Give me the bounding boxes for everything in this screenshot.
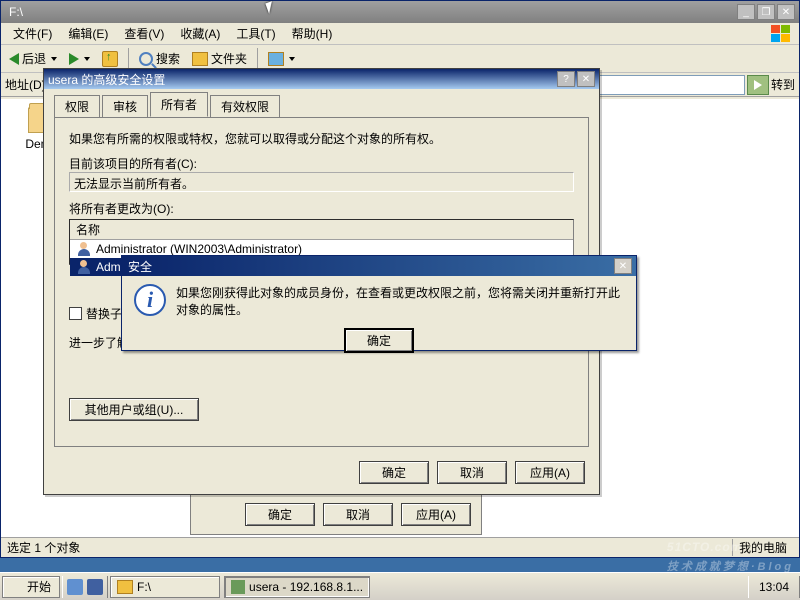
separator (257, 48, 258, 70)
user-icon (76, 259, 92, 275)
menu-help[interactable]: 帮助(H) (284, 23, 341, 44)
quick-launch (62, 576, 108, 598)
close-button[interactable]: ✕ (777, 4, 795, 20)
list-item-label: Administrator (WIN2003\Administrator) (96, 242, 302, 256)
menu-favorites[interactable]: 收藏(A) (172, 23, 228, 44)
close-button[interactable]: ✕ (577, 71, 595, 87)
cancel-button[interactable]: 取消 (323, 503, 393, 526)
apply-button[interactable]: 应用(A) (401, 503, 471, 526)
arrow-left-icon (9, 53, 19, 65)
tab-effective[interactable]: 有效权限 (210, 95, 280, 118)
dialog-titlebar[interactable]: usera 的高级安全设置 ? ✕ (44, 69, 599, 89)
search-label: 搜索 (156, 50, 180, 67)
other-users-button[interactable]: 其他用户或组(U)... (69, 398, 199, 421)
arrow-right-icon (69, 53, 79, 65)
chevron-down-icon (289, 57, 295, 61)
tab-owner[interactable]: 所有者 (150, 92, 208, 117)
menu-bar: 文件(F) 编辑(E) 查看(V) 收藏(A) 工具(T) 帮助(H) (1, 23, 799, 45)
windows-flag-icon (7, 579, 23, 595)
address-label: 地址(D) (5, 76, 46, 93)
messagebox-titlebar[interactable]: 安全 ✕ (122, 256, 636, 276)
up-button[interactable] (98, 49, 122, 69)
folders-icon (192, 52, 208, 66)
go-button[interactable] (747, 75, 769, 95)
tab-strip: 权限 审核 所有者 有效权限 (54, 95, 589, 117)
folder-up-icon (102, 51, 118, 67)
tab-permissions[interactable]: 权限 (54, 95, 100, 118)
dialog-title: usera 的高级安全设置 (48, 71, 555, 88)
list-header-name[interactable]: 名称 (70, 220, 573, 240)
forward-button[interactable] (65, 51, 94, 67)
search-button[interactable]: 搜索 (135, 48, 184, 69)
separator (128, 48, 129, 70)
explorer-titlebar[interactable]: F:\ _ ❐ ✕ (1, 1, 799, 23)
start-button[interactable]: 开始 (2, 576, 60, 598)
windows-flag-icon (771, 25, 795, 45)
checkbox-icon (69, 307, 82, 320)
back-button[interactable]: 后退 (5, 48, 61, 69)
help-button[interactable]: ? (557, 71, 575, 87)
task-label: F:\ (137, 580, 151, 594)
taskbar: 开始 F:\ usera - 192.168.8.1... 13:04 (0, 572, 800, 600)
task-remote[interactable]: usera - 192.168.8.1... (224, 576, 370, 598)
info-icon: i (134, 284, 166, 316)
learn-prefix: 进一步了解 (69, 336, 129, 350)
remote-icon (231, 580, 245, 594)
quicklaunch-ie-icon[interactable] (67, 579, 83, 595)
go-label: 转到 (771, 76, 795, 93)
menu-tools[interactable]: 工具(T) (228, 23, 283, 44)
quicklaunch-desktop-icon[interactable] (87, 579, 103, 595)
status-text: 选定 1 个对象 (7, 539, 80, 556)
views-button[interactable] (264, 50, 299, 68)
owner-intro-text: 如果您有所需的权限或特权，您就可以取得或分配这个对象的所有权。 (69, 130, 574, 147)
menu-file[interactable]: 文件(F) (5, 23, 60, 44)
clock: 13:04 (755, 580, 793, 594)
maximize-button[interactable]: ❐ (757, 4, 775, 20)
underlying-dialog-buttons: 确定 取消 应用(A) (190, 495, 482, 535)
close-button[interactable]: ✕ (614, 258, 632, 274)
status-bar: 选定 1 个对象 我的电脑 (1, 537, 799, 557)
apply-button[interactable]: 应用(A) (515, 461, 585, 484)
back-label: 后退 (22, 50, 46, 67)
folders-button[interactable]: 文件夹 (188, 48, 251, 69)
dialog-buttons: 确定 取消 应用(A) (359, 461, 585, 484)
change-owner-label: 将所有者更改为(O): (69, 200, 574, 217)
ok-button[interactable]: 确定 (245, 503, 315, 526)
security-messagebox: 安全 ✕ i 如果您刚获得此对象的成员身份，在查看或更改权限之前，您将需关闭并重… (121, 255, 637, 351)
status-location: 我的电脑 (732, 539, 793, 556)
ok-button[interactable]: 确定 (344, 328, 414, 353)
menu-edit[interactable]: 编辑(E) (60, 23, 116, 44)
explorer-title-text: F:\ (5, 5, 735, 19)
system-tray[interactable]: 13:04 (748, 576, 800, 598)
cancel-button[interactable]: 取消 (437, 461, 507, 484)
start-label: 开始 (27, 578, 51, 595)
user-icon (76, 241, 92, 257)
folders-label: 文件夹 (211, 50, 247, 67)
menu-view[interactable]: 查看(V) (116, 23, 172, 44)
views-icon (268, 52, 284, 66)
current-owner-label: 目前该项目的所有者(C): (69, 155, 574, 172)
chevron-down-icon (84, 57, 90, 61)
chevron-down-icon (51, 57, 57, 61)
messagebox-title: 安全 (126, 258, 612, 275)
tab-auditing[interactable]: 审核 (102, 95, 148, 118)
folder-icon (117, 580, 133, 594)
task-explorer[interactable]: F:\ (110, 576, 220, 598)
messagebox-text: 如果您刚获得此对象的成员身份，在查看或更改权限之前，您将需关闭并重新打开此对象的… (176, 284, 624, 318)
task-label: usera - 192.168.8.1... (249, 580, 363, 594)
minimize-button[interactable]: _ (737, 4, 755, 20)
ok-button[interactable]: 确定 (359, 461, 429, 484)
current-owner-value: 无法显示当前所有者。 (69, 172, 574, 192)
search-icon (139, 52, 153, 66)
